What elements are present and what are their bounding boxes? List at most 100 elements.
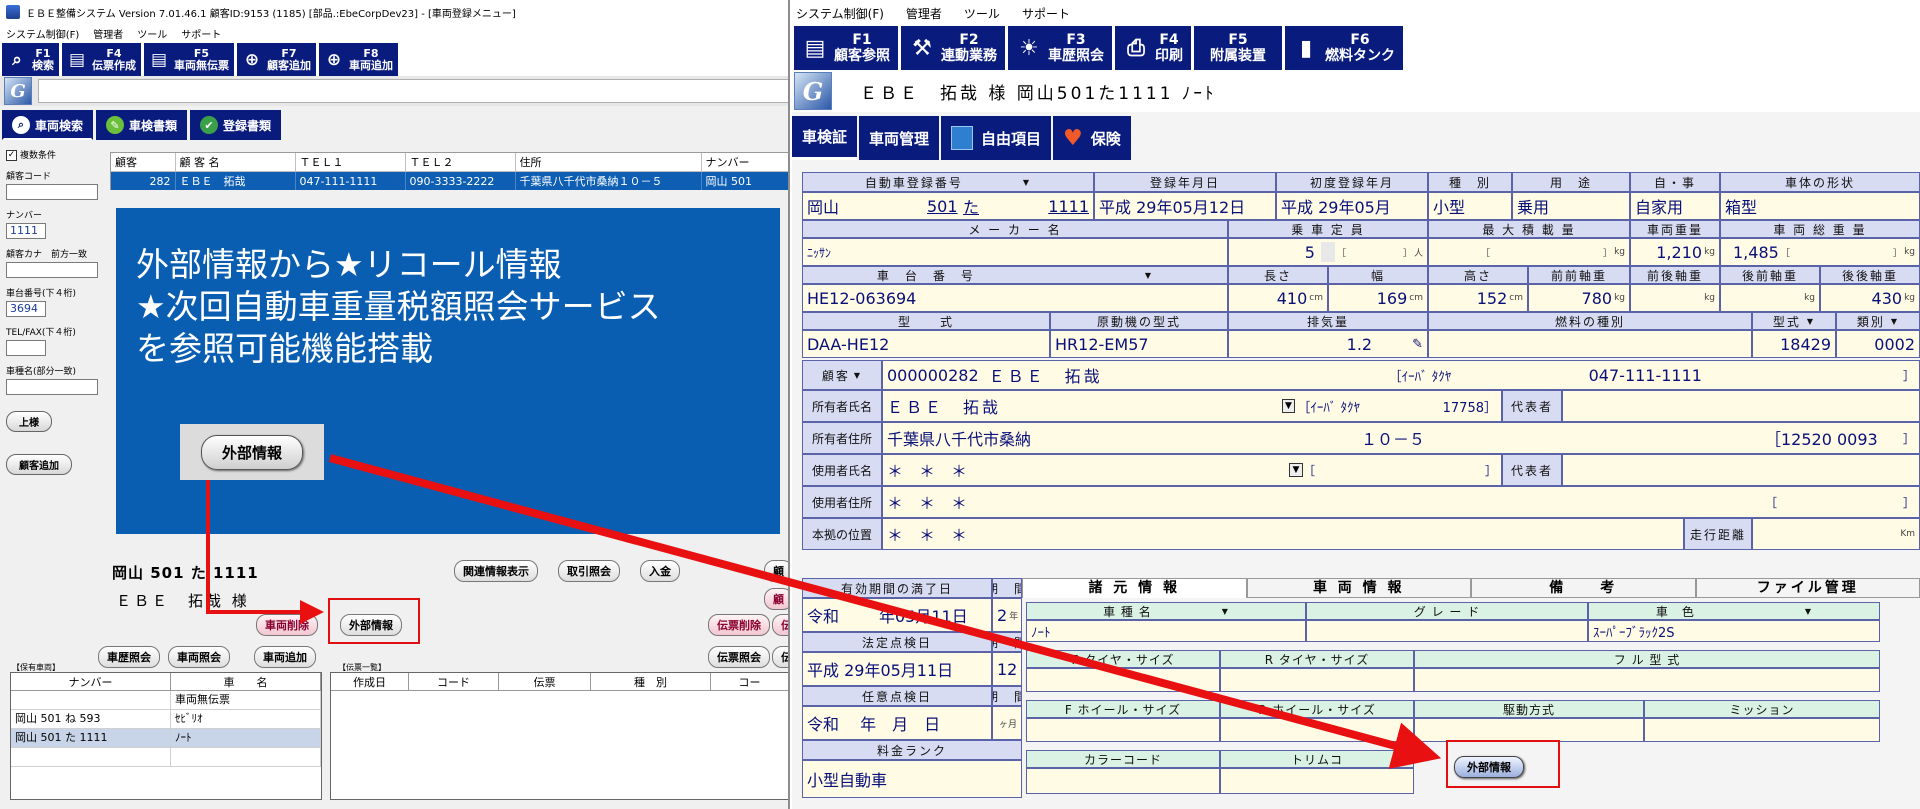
width-field[interactable]: 169 cm	[1328, 284, 1428, 312]
external-info-callout-button[interactable]: 外部情報	[200, 434, 303, 470]
expiry-period-field[interactable]: 2年	[992, 598, 1022, 632]
reg-date-field[interactable]: 平成 29年05月12日	[1094, 192, 1276, 220]
color-code-field[interactable]	[1026, 768, 1220, 794]
optional-period-field[interactable]: ヶ月	[992, 706, 1022, 740]
list-item[interactable]: 岡山 501 た 1111 ﾉｰﾄ	[11, 729, 321, 748]
chassis-field[interactable]: HE12-063694	[802, 284, 1228, 312]
length-field[interactable]: 410 cm	[1228, 284, 1328, 312]
rr-axle-field[interactable]: 430 kg	[1820, 284, 1920, 312]
fuel-field[interactable]	[1428, 330, 1752, 358]
tab-free-items[interactable]: 自由項目	[941, 116, 1052, 160]
related-info-button[interactable]: 関連情報表示	[454, 560, 538, 582]
tel-input[interactable]	[6, 340, 46, 356]
honorific-button[interactable]: 上様	[6, 411, 52, 432]
expiry-date-field[interactable]: 令和 年05月11日	[802, 598, 992, 632]
base-location-field[interactable]: ＊ ＊ ＊	[882, 518, 1684, 550]
f4-create-slip-button[interactable]: ▤ F4 伝票作成	[62, 43, 141, 76]
height-field[interactable]: 152 cm	[1428, 284, 1528, 312]
owner-rep-field[interactable]	[1562, 390, 1920, 422]
menu-system[interactable]: システム制御(F)	[796, 5, 884, 22]
list-item[interactable]: 車両無伝票	[11, 691, 321, 710]
drive-field[interactable]	[1414, 718, 1644, 742]
customer-code-input[interactable]	[6, 184, 98, 200]
front-wheel-field[interactable]	[1026, 718, 1220, 742]
tab-specs[interactable]: 諸 元 情 報	[1022, 578, 1247, 598]
fr-axle-field[interactable]: kg	[1630, 284, 1720, 312]
optional-inspection-field[interactable]: 令和 年 月 日	[802, 706, 992, 740]
vehicle-inquiry-button[interactable]: 車両照会	[168, 646, 230, 668]
rear-wheel-field[interactable]	[1220, 718, 1414, 742]
weight-field[interactable]: 1,210 kg	[1630, 238, 1720, 266]
use-field[interactable]: 乗用	[1512, 192, 1630, 220]
front-tire-field[interactable]	[1026, 668, 1220, 692]
kind-field[interactable]: 小型	[1428, 192, 1512, 220]
ff-axle-field[interactable]: 780 kg	[1528, 284, 1630, 312]
legal-period-field[interactable]: 12ヶ月	[992, 652, 1022, 686]
slip-inquiry-button[interactable]: 伝票照会	[708, 646, 770, 668]
reg-number-field[interactable]: 岡山 501 た 1111	[802, 192, 1094, 220]
customer-button-cut2[interactable]: 顧	[764, 588, 788, 610]
f1-search-button[interactable]: ⌕ F1 検索	[2, 43, 59, 76]
owner-address-field[interactable]: 千葉県八千代市桑納 １０－５ ［12520 0093 ］	[882, 422, 1920, 454]
trim-code-field[interactable]	[1220, 768, 1414, 794]
slip-button-cut2[interactable]: 伝	[772, 646, 788, 668]
external-info-button[interactable]: 外部情報	[340, 614, 402, 636]
tab-vehicle-info[interactable]: 車 両 情 報	[1246, 578, 1471, 598]
car-name-input[interactable]	[6, 379, 98, 395]
user-rep-field[interactable]	[1562, 454, 1920, 486]
shape-field[interactable]: 箱型	[1720, 192, 1920, 220]
menu-admin[interactable]: 管理者	[93, 26, 123, 41]
tab-inspection-docs[interactable]: ✎ 車検書類	[96, 110, 188, 140]
f4-print-button[interactable]: ⎙ F4 印刷	[1115, 26, 1191, 70]
type-number-field[interactable]: 18429	[1752, 330, 1836, 358]
rf-axle-field[interactable]: kg	[1720, 284, 1820, 312]
tab-inspection-cert[interactable]: 車検証	[792, 116, 858, 160]
tab-notes[interactable]: 備 考	[1471, 578, 1696, 598]
vehicle-add-button[interactable]: 車両追加	[254, 646, 316, 668]
f5-no-slip-button[interactable]: ▤ F5 車両無伝票	[144, 43, 234, 76]
tab-file-mgmt[interactable]: ファイル管理	[1695, 578, 1920, 598]
color-field[interactable]: ｽｰﾊﾟｰﾌﾞﾗｯｸ2S	[1588, 620, 1880, 642]
gross-weight-field[interactable]: 1,485 ［ ］ kg	[1720, 238, 1920, 266]
f3-history-button[interactable]: ☀ F3 車歴照会	[1008, 26, 1112, 70]
menu-support[interactable]: サポート	[181, 26, 221, 41]
f2-linked-tasks-button[interactable]: ⚒ F2 連動業務	[901, 26, 1005, 70]
rear-tire-field[interactable]	[1220, 668, 1414, 692]
external-info-button-right[interactable]: 外部情報	[1454, 756, 1524, 778]
payment-button[interactable]: 入金	[640, 560, 680, 582]
customer-button-cut[interactable]: 顧	[764, 560, 788, 582]
capacity-field[interactable]: 5 ［ ］ 人	[1228, 238, 1428, 266]
customer-field[interactable]: 000000282 ＥＢＥ 拓哉 ［ｲｰﾊﾞ ﾀｸﾔ 047-111-1111 …	[882, 360, 1920, 390]
user-name-field[interactable]: ＊ ＊ ＊ ▼ ［ ］	[882, 454, 1502, 486]
f6-fuel-tank-button[interactable]: ▮ F6 燃料タンク	[1285, 26, 1403, 70]
chassis-input[interactable]: 3694	[6, 301, 46, 317]
add-customer-button[interactable]: 顧客追加	[6, 454, 72, 475]
f7-add-customer-button[interactable]: ⊕ F7 顧客追加	[237, 43, 316, 76]
menu-system[interactable]: システム制御(F)	[6, 26, 79, 41]
slip-delete-button[interactable]: 伝票削除	[708, 614, 770, 636]
model-field[interactable]: DAA-HE12	[802, 330, 1050, 358]
menu-tools[interactable]: ツール	[964, 5, 1000, 22]
kana-input[interactable]	[6, 262, 98, 278]
fee-rank-field[interactable]: 小型自動車	[802, 760, 1022, 798]
full-model-field[interactable]	[1414, 668, 1880, 692]
list-item[interactable]: 岡山 501 ね 593 ｾﾋﾞﾘｵ	[11, 710, 321, 729]
car-name-field[interactable]: ﾉｰﾄ	[1026, 620, 1306, 642]
mission-field[interactable]	[1644, 718, 1880, 742]
maker-field[interactable]: ﾆｯｻﾝ	[802, 238, 1228, 266]
number-input[interactable]: 1111	[6, 223, 46, 239]
menu-support[interactable]: サポート	[1022, 5, 1070, 22]
mileage-field[interactable]: Km	[1752, 518, 1920, 550]
grade-field[interactable]	[1306, 620, 1588, 642]
first-reg-field[interactable]: 平成 29年05月	[1276, 192, 1428, 220]
multi-condition-checkbox[interactable]: ✓	[6, 150, 17, 161]
user-address-field[interactable]: ＊ ＊ ＊ ［ ］	[882, 486, 1920, 518]
vehicle-delete-button[interactable]: 車両削除	[256, 614, 318, 636]
tab-registration-docs[interactable]: ✔ 登録書類	[190, 110, 282, 140]
displacement-field[interactable]: 1.2 ✎	[1228, 330, 1428, 358]
f8-add-vehicle-button[interactable]: ⊕ F8 車両追加	[319, 43, 398, 76]
slip-button-cut[interactable]: 伝	[772, 614, 788, 636]
history-button[interactable]: 車歴照会	[98, 646, 160, 668]
owner-name-field[interactable]: ＥＢＥ 拓哉 ▼ ［ｲｰﾊﾞ ﾀｸﾔ 17758］	[882, 390, 1502, 422]
tab-insurance[interactable]: ♥ 保険	[1053, 116, 1131, 160]
